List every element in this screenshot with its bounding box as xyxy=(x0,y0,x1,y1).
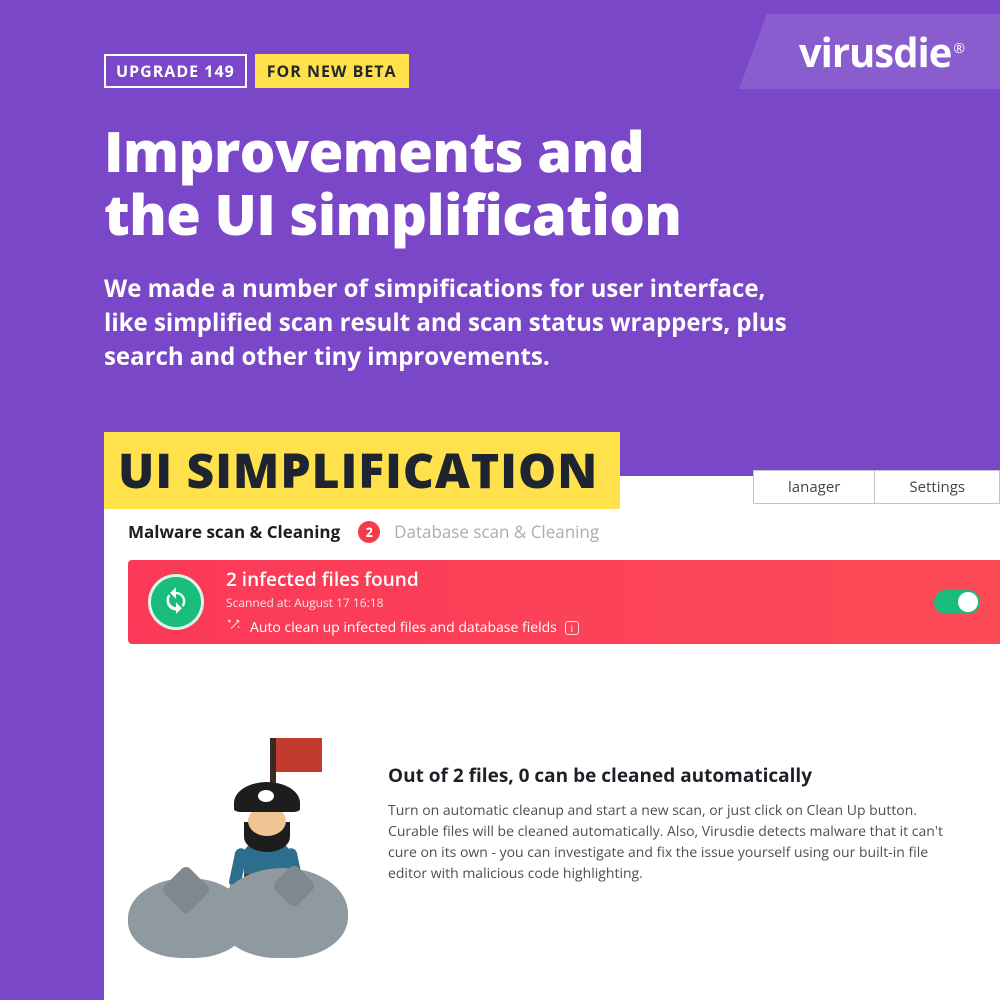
upgrade-badge: UPGRADE 149 xyxy=(104,54,247,88)
alert-auto-label: Auto clean up infected files and databas… xyxy=(250,618,557,637)
subtab-malware[interactable]: Malware scan & Cleaning xyxy=(128,520,340,543)
scan-detail-body: Turn on automatic cleanup and start a ne… xyxy=(388,800,948,884)
brand-logo: virusdie® xyxy=(799,24,964,79)
brand-logo-wrap: virusdie® xyxy=(739,14,1000,89)
alert-scanned-at: Scanned at: August 17 16:18 xyxy=(226,594,918,611)
alert-title: 2 infected files found xyxy=(226,566,918,592)
subtab-database[interactable]: Database scan & Cleaning xyxy=(394,520,599,543)
brand-name: virusdie xyxy=(799,24,951,79)
scan-alert-bar: 2 infected files found Scanned at: Augus… xyxy=(128,560,1000,644)
alert-auto-row: Auto clean up infected files and databas… xyxy=(226,617,918,638)
brand-registered: ® xyxy=(953,39,964,58)
headline-line2: the UI simplification xyxy=(104,176,681,252)
alert-text-block: 2 infected files found Scanned at: Augus… xyxy=(226,566,918,638)
app-panel: lanager Settings Malware scan & Cleaning… xyxy=(104,476,1000,1000)
pirate-illustration xyxy=(128,738,358,968)
rescan-button[interactable] xyxy=(148,574,204,630)
subtabs: Malware scan & Cleaning 2 Database scan … xyxy=(128,520,599,543)
scan-detail-title: Out of 2 files, 0 can be cleaned automat… xyxy=(388,762,976,788)
headline: Improvements and the UI simplification xyxy=(104,120,681,245)
section-label: UI SIMPLIFICATION xyxy=(104,432,620,509)
topbar-tabs: lanager Settings xyxy=(754,470,1000,504)
scan-detail: Out of 2 files, 0 can be cleaned automat… xyxy=(128,738,976,968)
scan-detail-text: Out of 2 files, 0 can be cleaned automat… xyxy=(388,738,976,968)
auto-clean-toggle[interactable] xyxy=(934,590,980,614)
wand-icon xyxy=(226,617,242,638)
promo-page: virusdie® UPGRADE 149 FOR NEW BETA Impro… xyxy=(0,0,1000,1000)
tab-manager[interactable]: lanager xyxy=(753,470,875,504)
subheadline: We made a number of simpifications for u… xyxy=(104,272,804,374)
toggle-knob xyxy=(958,592,978,612)
beta-badge: FOR NEW BETA xyxy=(255,54,409,88)
tab-settings[interactable]: Settings xyxy=(874,470,1000,504)
subtab-malware-count: 2 xyxy=(358,521,380,543)
badges-row: UPGRADE 149 FOR NEW BETA xyxy=(104,54,409,88)
info-icon[interactable]: i xyxy=(565,621,579,635)
rescan-icon xyxy=(162,586,190,619)
